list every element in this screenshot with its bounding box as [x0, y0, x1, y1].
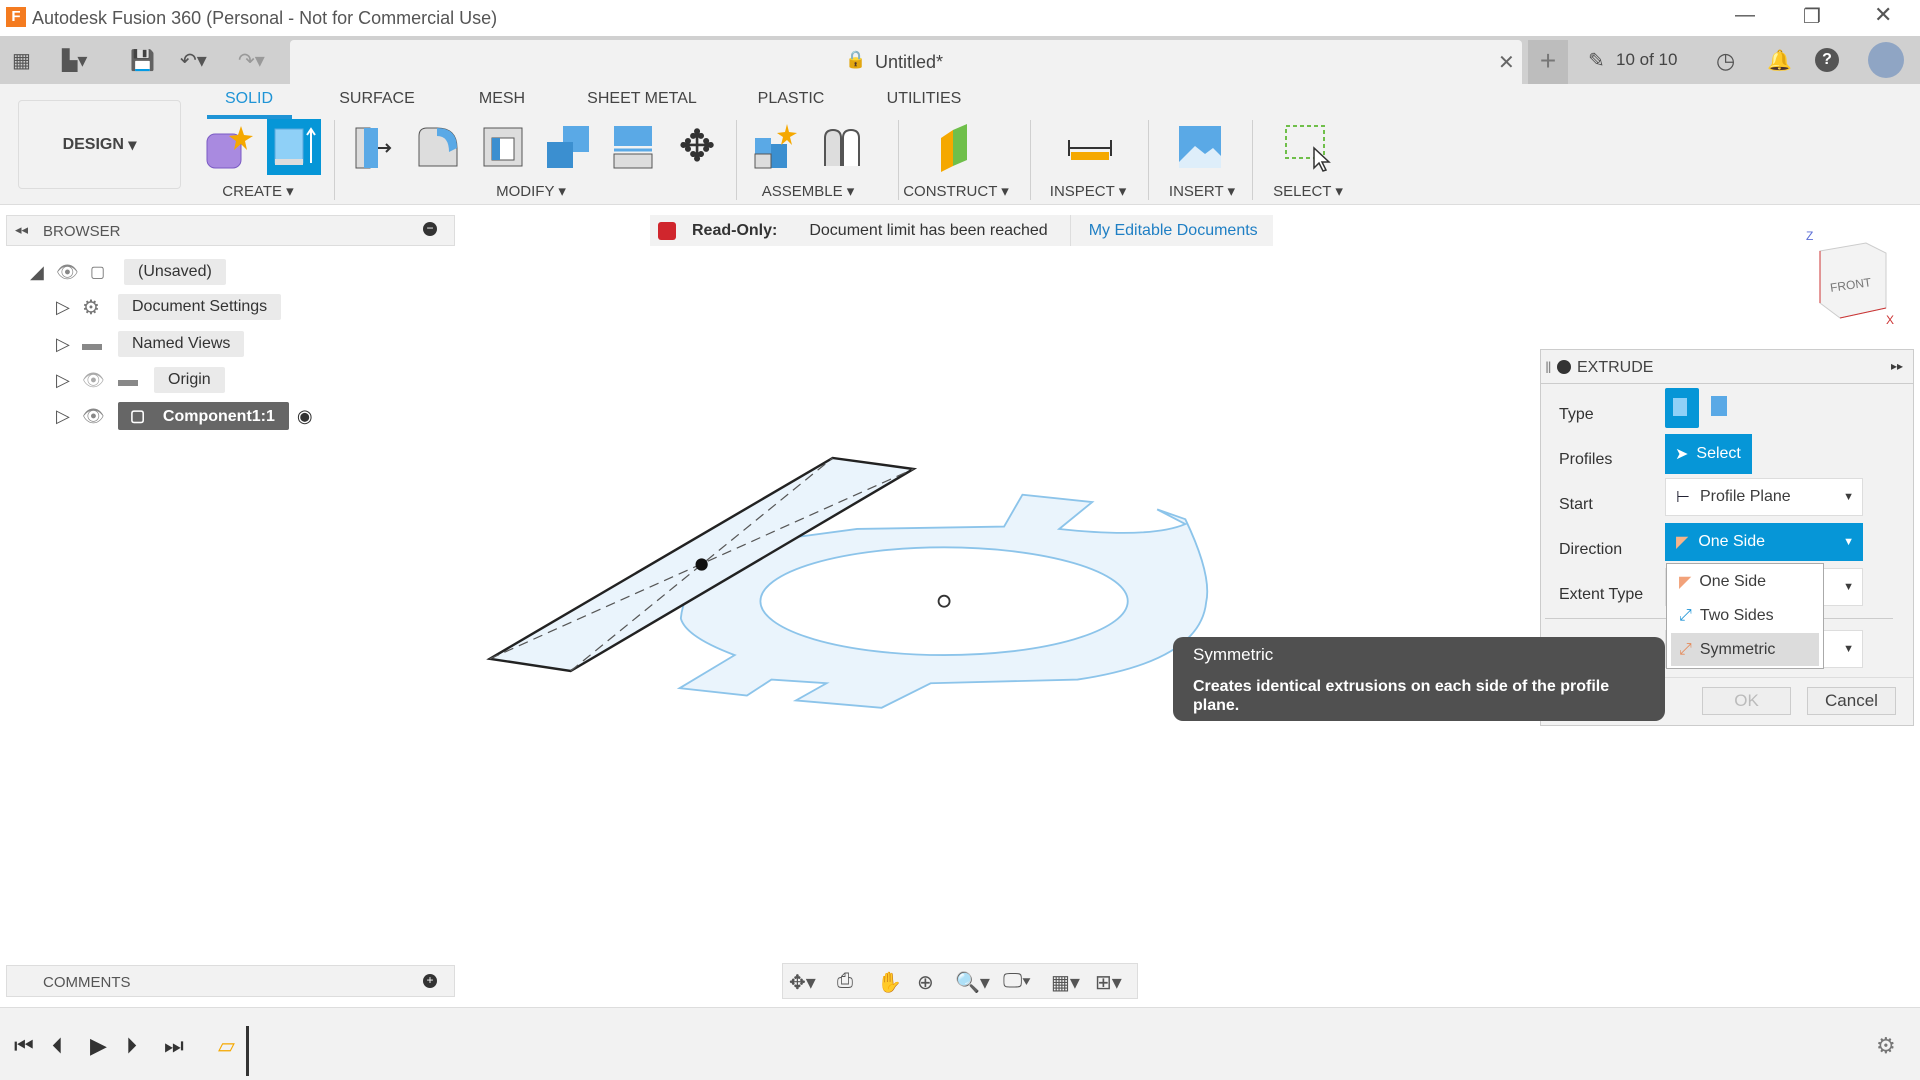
menu-item-symmetric[interactable]: ⤢ Symmetric	[1671, 633, 1819, 666]
profile-plane-icon: ⊢	[1676, 487, 1690, 507]
go-to-start-icon[interactable]: ⏮	[14, 1033, 34, 1059]
profiles-label: Profiles	[1559, 451, 1612, 469]
dialog-title: EXTRUDE	[1577, 359, 1653, 377]
view-cube[interactable]: FRONT Z X	[1806, 233, 1896, 328]
look-at-icon[interactable]: ⎙	[837, 970, 853, 993]
viewports-icon[interactable]: ⊞▾	[1095, 970, 1122, 995]
go-to-end-icon[interactable]: ⏭	[164, 1033, 184, 1059]
display-settings-icon[interactable]: 🖵▾	[1003, 970, 1031, 993]
option-label: Symmetric	[1700, 641, 1776, 659]
play-icon[interactable]: ▶	[90, 1033, 107, 1059]
zoom-icon[interactable]: ⊕	[917, 970, 934, 995]
start-label: Start	[1559, 496, 1593, 514]
ok-button[interactable]: OK	[1702, 687, 1791, 715]
direction-value: One Side	[1698, 533, 1765, 551]
select-label: Select	[1696, 445, 1740, 463]
step-forward-icon[interactable]: ⏵	[126, 1033, 137, 1059]
timeline: ⏮ ⏴ ▶ ⏵ ⏭ ▱ ⚙	[0, 1007, 1920, 1080]
tooltip-text: Creates identical extrusions on each sid…	[1193, 677, 1613, 715]
navigation-toolbar: ✥▾ ⎙ ✋ ⊕ 🔍▾ 🖵▾ ▦▾ ⊞▾	[782, 963, 1138, 999]
symmetric-icon: ⤢	[1679, 641, 1692, 659]
type-thin-button[interactable]	[1711, 396, 1727, 416]
option-label: Two Sides	[1700, 607, 1774, 625]
pan-icon[interactable]: ✋	[877, 970, 902, 995]
z-axis-label: Z	[1806, 229, 1813, 243]
fit-icon[interactable]: 🔍▾	[955, 970, 990, 995]
direction-menu: ◤ One Side ⤢ Two Sides ⤢ Symmetric	[1666, 563, 1824, 669]
menu-item-two-sides[interactable]: ⤢ Two Sides	[1671, 599, 1819, 632]
dialog-grip[interactable]: ‖	[1545, 360, 1552, 378]
timeline-marker[interactable]	[246, 1026, 249, 1076]
comments-title: COMMENTS	[43, 974, 131, 991]
type-solid-button[interactable]	[1665, 388, 1699, 428]
expand-dialog-icon[interactable]: ▸▸	[1891, 359, 1903, 373]
two-sides-icon: ⤢	[1679, 607, 1692, 625]
option-label: One Side	[1699, 573, 1766, 591]
direction-dropdown[interactable]: ◤One Side▼	[1665, 523, 1863, 561]
grid-icon[interactable]: ▦▾	[1051, 970, 1080, 995]
profiles-select-button[interactable]: ➤ Select	[1665, 434, 1752, 474]
timeline-settings-icon[interactable]: ⚙	[1876, 1033, 1896, 1059]
menu-item-one-side[interactable]: ◤ One Side	[1671, 565, 1819, 598]
comments-panel: COMMENTS +	[6, 965, 455, 997]
start-dropdown[interactable]: ⊢Profile Plane▼	[1665, 478, 1863, 516]
extent-type-label: Extent Type	[1559, 586, 1643, 604]
cancel-button[interactable]: Cancel	[1807, 687, 1896, 715]
one-side-icon: ◤	[1676, 532, 1688, 552]
x-axis-label: X	[1886, 313, 1894, 327]
sketch-feature-icon[interactable]: ▱	[218, 1033, 235, 1059]
step-back-icon[interactable]: ⏴	[52, 1033, 63, 1059]
add-comment-icon[interactable]: +	[423, 974, 437, 988]
start-value: Profile Plane	[1700, 488, 1791, 506]
dialog-minimize-icon[interactable]	[1557, 360, 1571, 374]
orbit-icon[interactable]: ✥▾	[789, 970, 816, 995]
tooltip-title: Symmetric	[1193, 645, 1645, 665]
cursor-icon: ➤	[1675, 444, 1688, 464]
tooltip: Symmetric Creates identical extrusions o…	[1173, 637, 1665, 721]
type-label: Type	[1559, 406, 1594, 424]
direction-label: Direction	[1559, 541, 1622, 559]
one-side-icon: ◤	[1679, 572, 1691, 592]
